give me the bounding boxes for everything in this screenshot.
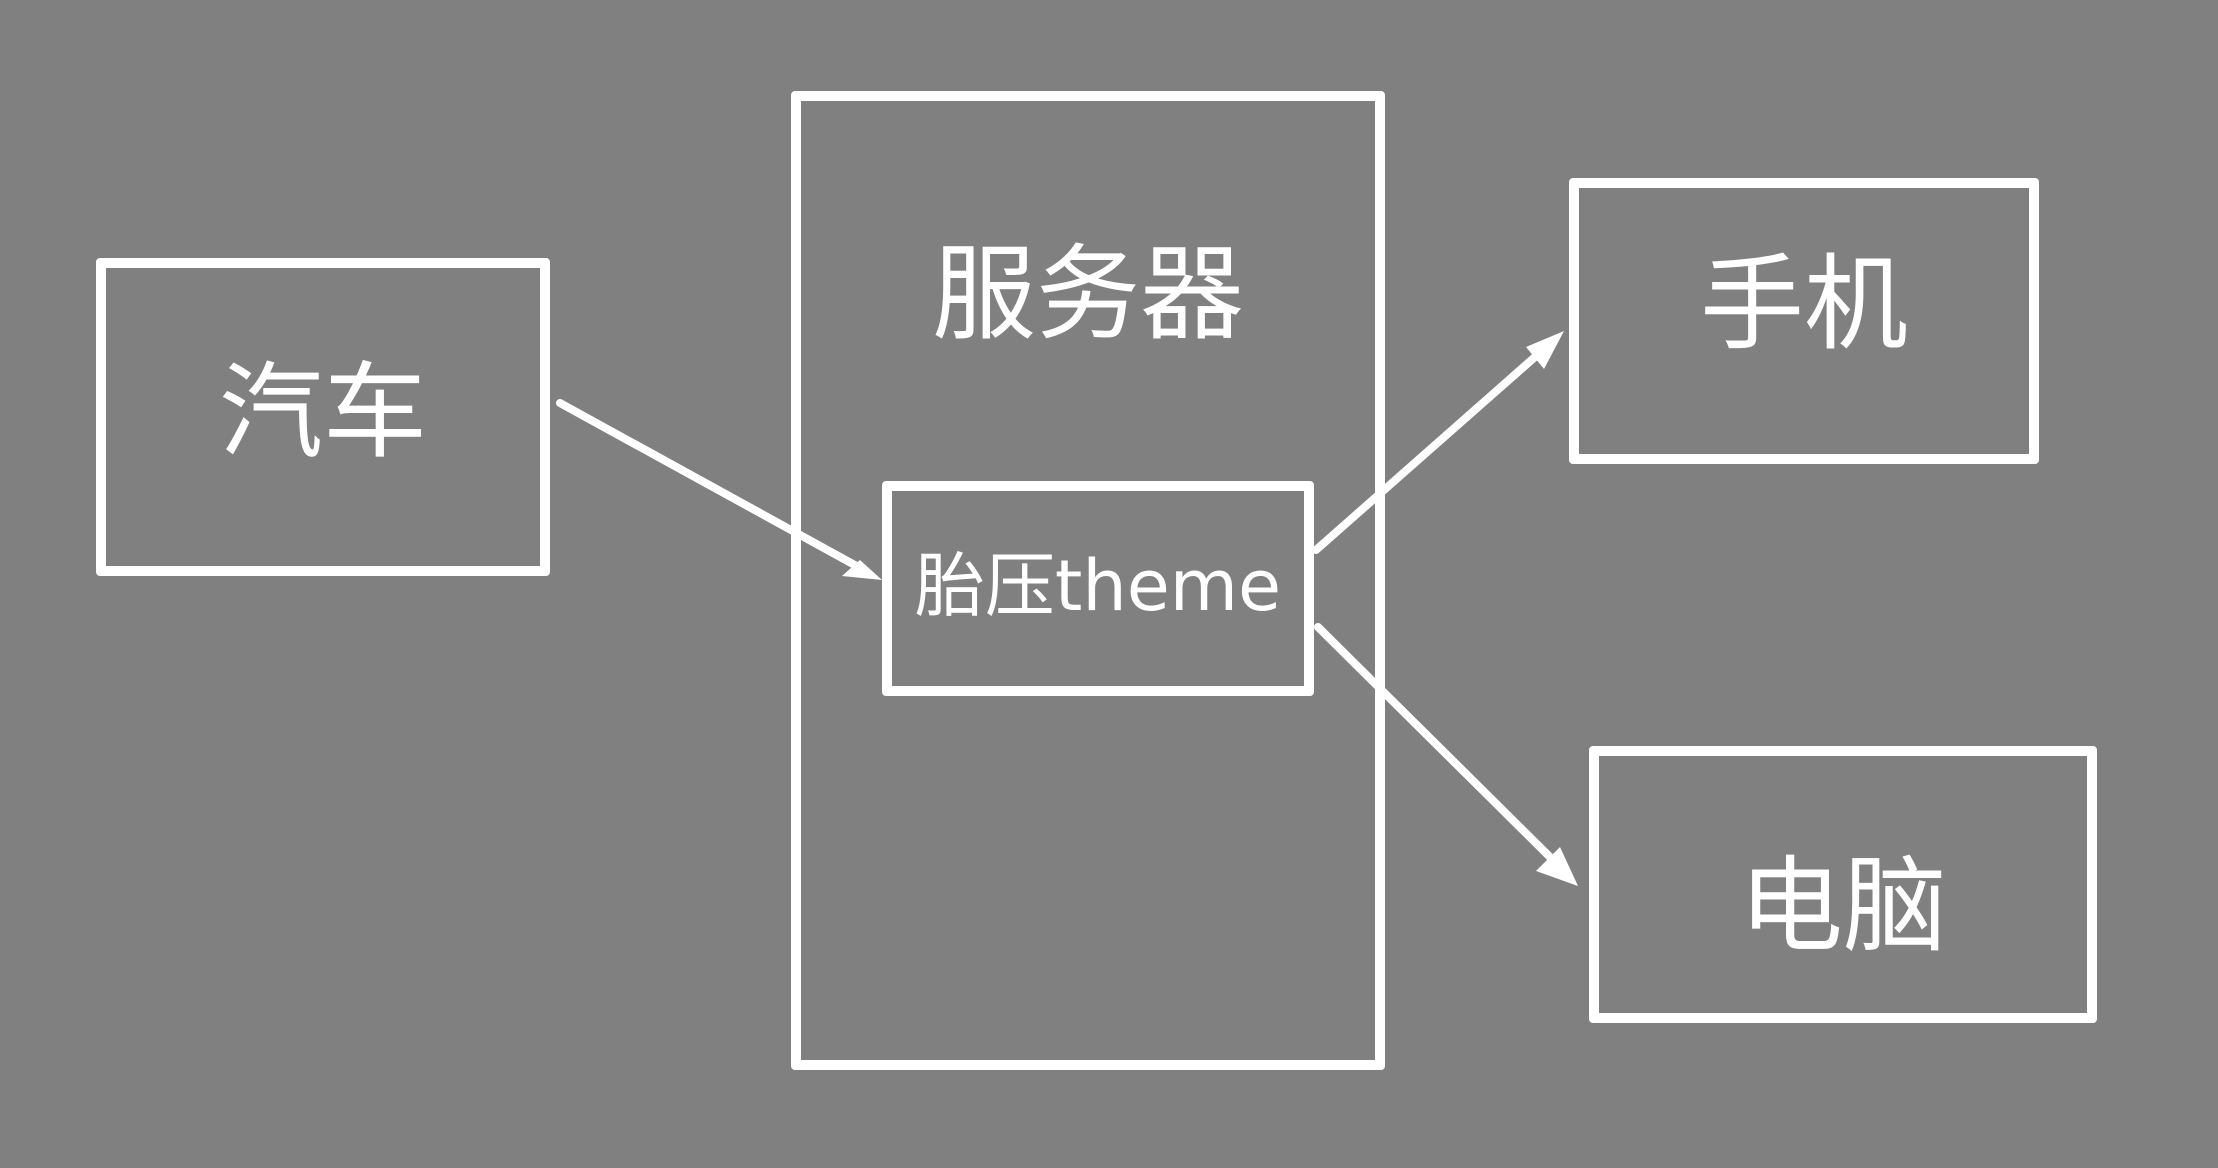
edge-tire-pressure-to-phone bbox=[1312, 345, 1548, 554]
edge-car-to-tire-pressure bbox=[556, 399, 866, 573]
connector-layer bbox=[556, 331, 1578, 886]
diagram-canvas: 汽车 服务器 胎压theme 手机 电脑 bbox=[0, 0, 2218, 1168]
edge-tire-pressure-to-computer bbox=[1314, 623, 1564, 871]
